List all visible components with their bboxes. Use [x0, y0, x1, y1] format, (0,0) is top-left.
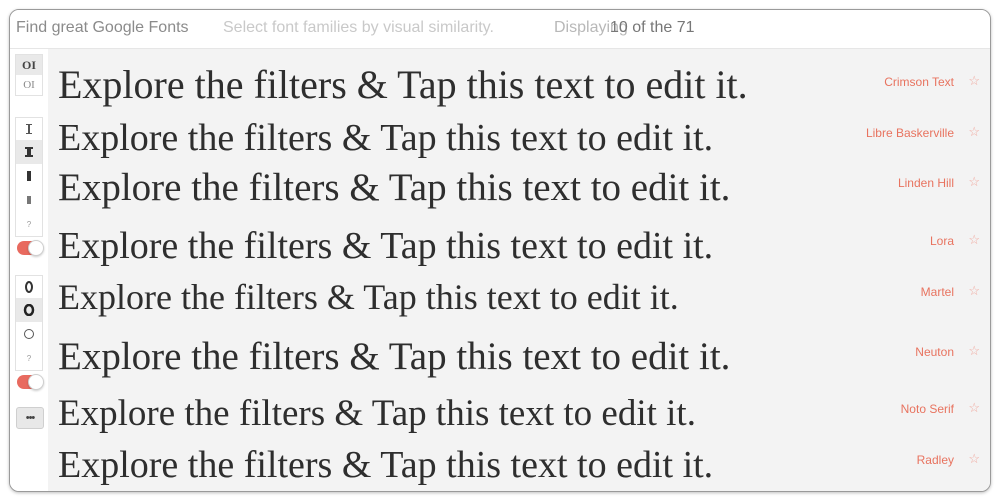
width-filter: ?	[15, 275, 43, 371]
font-name[interactable]: Neuton	[915, 345, 954, 359]
sample-text[interactable]: Explore the filters & Tap this text to e…	[58, 335, 730, 379]
toggle-knob	[28, 374, 44, 390]
star-icon[interactable]: ☆	[968, 283, 980, 299]
sample-text[interactable]: Explore the filters & Tap this text to e…	[58, 443, 713, 487]
contrast-filter: OI OI	[15, 54, 43, 96]
light-weight-icon	[26, 124, 32, 134]
regular-weight-icon	[25, 147, 33, 157]
width-wide-option[interactable]	[16, 322, 42, 346]
star-icon[interactable]: ☆	[968, 400, 980, 416]
page-title: Find great Google Fonts	[16, 19, 189, 36]
font-row[interactable]: Explore the filters & Tap this text to e…	[48, 222, 990, 270]
font-row[interactable]: Explore the filters & Tap this text to e…	[48, 114, 990, 162]
font-row[interactable]: Explore the filters & Tap this text to e…	[48, 441, 990, 489]
weight-medium-option[interactable]	[16, 164, 42, 188]
result-count: 10 of the 71	[610, 19, 695, 36]
font-name[interactable]: Noto Serif	[901, 402, 954, 416]
star-icon[interactable]: ☆	[968, 232, 980, 248]
star-icon[interactable]: ☆	[968, 343, 980, 359]
font-row[interactable]: Explore the filters & Tap this text to e…	[48, 390, 990, 438]
font-name[interactable]: Lora	[930, 234, 954, 248]
toggle-knob	[28, 240, 44, 256]
font-name[interactable]: Martel	[921, 285, 954, 299]
star-icon[interactable]: ☆	[968, 174, 980, 190]
sample-text[interactable]: Explore the filters & Tap this text to e…	[58, 275, 679, 319]
font-name[interactable]: Linden Hill	[898, 176, 954, 190]
font-list: Explore the filters & Tap this text to e…	[48, 49, 990, 491]
narrow-o-icon	[25, 281, 33, 293]
font-row[interactable]: Explore the filters & Tap this text to e…	[48, 164, 990, 212]
star-icon[interactable]: ☆	[968, 73, 980, 89]
app-window: Find great Google Fonts Select font fami…	[9, 9, 991, 492]
sample-text[interactable]: Explore the filters & Tap this text to e…	[58, 392, 696, 436]
weight-filter: ?	[15, 117, 43, 237]
width-narrow-option[interactable]	[16, 276, 42, 298]
font-row[interactable]: Explore the filters & Tap this text to e…	[48, 273, 990, 321]
sample-text[interactable]: Explore the filters & Tap this text to e…	[58, 166, 730, 210]
more-options-button[interactable]: •••	[16, 407, 44, 429]
sample-text[interactable]: Explore the filters & Tap this text to e…	[58, 116, 713, 160]
medium-weight-icon	[27, 171, 31, 181]
font-name[interactable]: Libre Baskerville	[866, 126, 954, 140]
star-icon[interactable]: ☆	[968, 451, 980, 467]
contrast-high-option[interactable]: OI	[16, 55, 42, 75]
contrast-low-option[interactable]: OI	[16, 75, 42, 95]
sample-text[interactable]: Explore the filters & Tap this text to e…	[58, 224, 713, 268]
filter-sidebar: OI OI ? ? •••	[10, 49, 48, 491]
font-name[interactable]: Crimson Text	[884, 75, 954, 89]
font-row[interactable]: Explore the filters & Tap this text to e…	[48, 63, 990, 111]
weight-light-option[interactable]	[16, 118, 42, 140]
hint-text: Select font families by visual similarit…	[223, 19, 494, 36]
weight-unknown-option[interactable]: ?	[16, 212, 42, 236]
regular-o-icon	[23, 304, 35, 316]
weight-regular-option[interactable]	[16, 140, 42, 164]
header-bar: Find great Google Fonts Select font fami…	[10, 10, 990, 49]
sample-text[interactable]: Explore the filters & Tap this text to e…	[58, 63, 748, 107]
filter-toggle-2[interactable]	[17, 374, 44, 390]
bold-weight-icon	[27, 196, 31, 204]
wide-o-icon	[24, 329, 34, 339]
font-row[interactable]: Explore the filters & Tap this text to e…	[48, 333, 990, 381]
width-regular-option[interactable]	[16, 298, 42, 322]
font-name[interactable]: Radley	[917, 453, 954, 467]
width-unknown-option[interactable]: ?	[16, 346, 42, 370]
weight-bold-option[interactable]	[16, 188, 42, 212]
filter-toggle-1[interactable]	[17, 240, 44, 256]
star-icon[interactable]: ☆	[968, 124, 980, 140]
